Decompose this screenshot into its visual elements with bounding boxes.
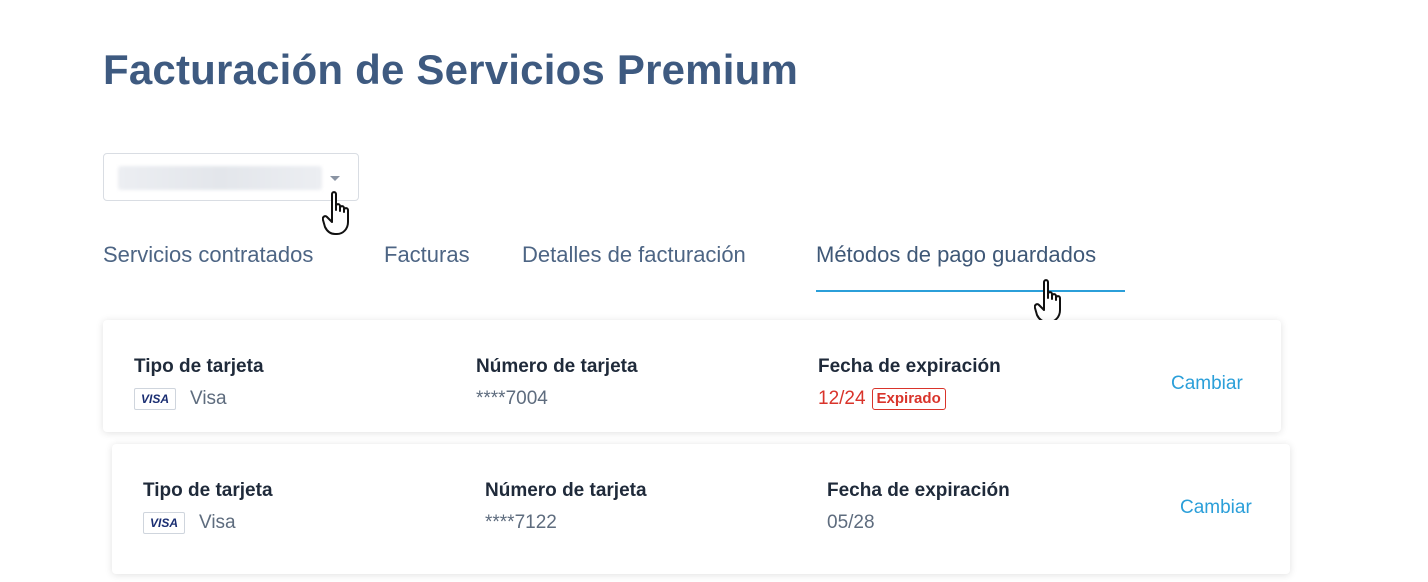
chevron-down-icon[interactable] <box>330 176 340 181</box>
change-card-link[interactable]: Cambiar <box>1180 497 1252 519</box>
expiry-label: Fecha de expiración <box>827 480 1010 501</box>
card-type-label: Tipo de tarjeta <box>134 356 264 377</box>
card-brand: Visa <box>199 512 236 533</box>
expiry-date: 12/24 <box>818 388 866 409</box>
payment-method-card: Tipo de tarjeta VISA Visa Número de tarj… <box>112 444 1290 574</box>
tab-metodos-de-pago-guardados[interactable]: Métodos de pago guardados <box>816 240 1125 292</box>
expired-badge: Expirado <box>871 388 946 410</box>
tab-facturas[interactable]: Facturas <box>384 240 470 290</box>
account-select-value <box>118 166 322 190</box>
card-number: ****7004 <box>476 388 548 409</box>
card-number: ****7122 <box>485 512 557 533</box>
tab-bar: Servicios contratados Facturas Detalles … <box>103 240 1203 292</box>
account-select[interactable] <box>103 153 359 201</box>
card-number-label: Número de tarjeta <box>485 480 647 501</box>
payment-method-card: Tipo de tarjeta VISA Visa Número de tarj… <box>103 320 1281 432</box>
page-title: Facturación de Servicios Premium <box>103 46 798 93</box>
tab-detalles-de-facturacion[interactable]: Detalles de facturación <box>522 240 746 290</box>
expiry-date: 05/28 <box>827 512 875 533</box>
tab-servicios-contratados[interactable]: Servicios contratados <box>103 240 313 290</box>
card-number-label: Número de tarjeta <box>476 356 638 377</box>
expiry-label: Fecha de expiración <box>818 356 1001 377</box>
change-card-link[interactable]: Cambiar <box>1171 373 1243 395</box>
visa-logo-icon: VISA <box>143 512 185 534</box>
visa-logo-icon: VISA <box>134 388 176 410</box>
card-type-label: Tipo de tarjeta <box>143 480 273 501</box>
card-brand: Visa <box>190 388 227 409</box>
